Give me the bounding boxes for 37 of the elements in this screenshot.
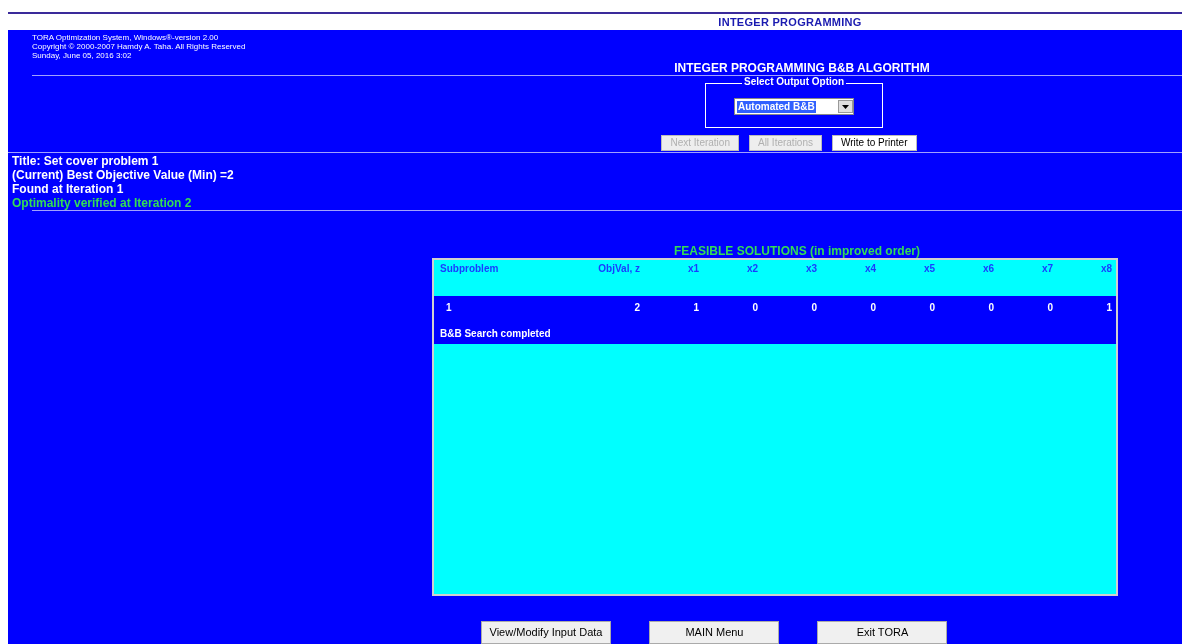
table-cell-text: 0 xyxy=(810,302,817,314)
column-header: Subproblem xyxy=(440,262,500,276)
column-header: x1 xyxy=(686,262,699,276)
header-text: TORA Optimization System, Windows®-version 2.00 xyxy=(32,33,220,42)
table-cell-text: 1 xyxy=(692,302,699,314)
summary-text: (Current) Best Objective Value (Min) =2 xyxy=(12,168,235,183)
table-title: FEASIBLE SOLUTIONS (in improved order) xyxy=(673,245,921,258)
column-header: x5 xyxy=(922,262,935,276)
summary-text: Found at Iteration 1 xyxy=(12,182,125,197)
output-option-dropdown[interactable]: Automated B&B xyxy=(734,98,854,116)
nav-button[interactable]: Exit TORA xyxy=(817,621,948,644)
nav-button[interactable]: MAIN Menu xyxy=(649,621,780,644)
column-header: x8 xyxy=(1099,262,1112,276)
table-cell-text: 0 xyxy=(751,302,758,314)
table-cell-text: 0 xyxy=(869,302,876,314)
table-cell-text: 1 xyxy=(445,302,453,314)
summary-text: Optimality verified at Iteration 2 xyxy=(12,196,193,211)
column-header: x2 xyxy=(745,262,758,276)
table-cell-text: 0 xyxy=(1046,302,1053,314)
column-header: x4 xyxy=(863,262,876,276)
action-button[interactable]: Write to Printer xyxy=(832,135,917,152)
header-text: Sunday, June 05, 2016 3:02 xyxy=(32,51,133,60)
summary-text: Title: Set cover problem 1 xyxy=(12,154,160,169)
column-header: x6 xyxy=(981,262,994,276)
table-cell-text: 0 xyxy=(928,302,935,314)
window-title: INTEGER PROGRAMMING xyxy=(718,15,862,30)
column-header: x7 xyxy=(1040,262,1053,276)
table-cell-text: 0 xyxy=(987,302,994,314)
table-cell-text: 2 xyxy=(633,302,640,314)
nav-button[interactable]: View/Modify Input Data xyxy=(480,621,612,644)
table-cell-text: 1 xyxy=(1105,302,1112,314)
column-header: ObjVal, z xyxy=(597,262,640,276)
algorithm-heading: INTEGER PROGRAMMING B&B ALGORITHM xyxy=(674,61,930,76)
column-header: x3 xyxy=(804,262,817,276)
status-text: B&B Search completed xyxy=(440,328,552,340)
group-label: Select Output Option xyxy=(742,76,846,89)
header-text: Copyright © 2000-2007 Hamdy A. Taha. All Rights Reserved xyxy=(32,42,247,51)
